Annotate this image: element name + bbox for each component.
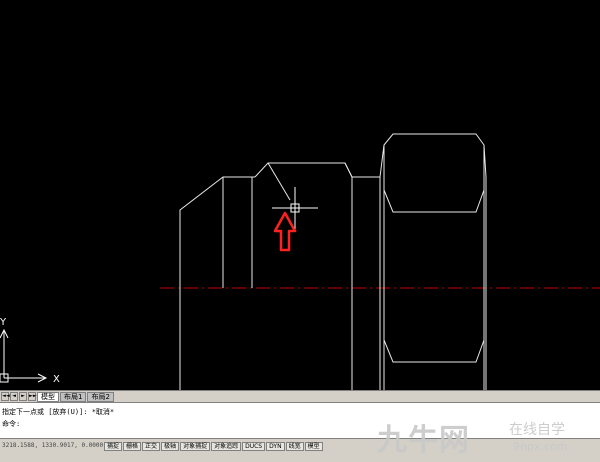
ucs-x-label: X	[53, 374, 60, 385]
command-prompt[interactable]: 命令:	[2, 419, 20, 429]
dyn-toggle[interactable]: DYN	[266, 442, 285, 451]
tab-model[interactable]: 模型	[37, 391, 59, 402]
drawing-canvas[interactable]: Y X	[0, 0, 600, 390]
ucs-icon	[0, 328, 48, 383]
layout-tabs-bar: ◄◄ ◄ ► ►► 模型 布局1 布局2	[0, 390, 600, 402]
ducs-toggle[interactable]: DUCS	[242, 442, 266, 451]
up-arrow-icon	[273, 211, 297, 252]
prev-tab-button[interactable]: ◄	[10, 392, 18, 401]
model-toggle[interactable]: 模型	[304, 442, 323, 451]
next-tab-button[interactable]: ►	[19, 392, 27, 401]
drafting-toggles: 捕捉 栅格 正交 极轴 对象捕捉 对象追踪 DUCS DYN 线宽 模型	[104, 442, 324, 451]
shaft-outline	[179, 133, 487, 390]
snap-toggle[interactable]: 捕捉	[104, 442, 123, 451]
otrack-toggle[interactable]: 对象追踪	[211, 442, 242, 451]
tab-layout1[interactable]: 布局1	[60, 391, 87, 402]
coordinate-readout: 3218.1588, 1330.9017, 0.0000	[2, 442, 104, 449]
watermark-logo: 九牛网 在线自学 9npx.com	[375, 415, 600, 462]
tab-layout2[interactable]: 布局2	[87, 391, 114, 402]
osnap-toggle[interactable]: 对象捕捉	[180, 442, 211, 451]
lineweight-toggle[interactable]: 线宽	[285, 442, 304, 451]
watermark-url: 9npx.com	[513, 440, 568, 453]
ucs-y-label: Y	[0, 317, 7, 328]
ortho-toggle[interactable]: 正交	[142, 442, 161, 451]
grid-toggle[interactable]: 栅格	[123, 442, 142, 451]
polar-toggle[interactable]: 极轴	[161, 442, 180, 451]
watermark-sub: 在线自学	[509, 422, 565, 438]
command-history-line: 指定下一点或 [放弃(U)]: *取消*	[2, 408, 115, 416]
watermark-main: 九牛网	[377, 423, 470, 458]
first-tab-button[interactable]: ◄◄	[1, 392, 10, 401]
last-tab-button[interactable]: ►►	[28, 392, 37, 401]
